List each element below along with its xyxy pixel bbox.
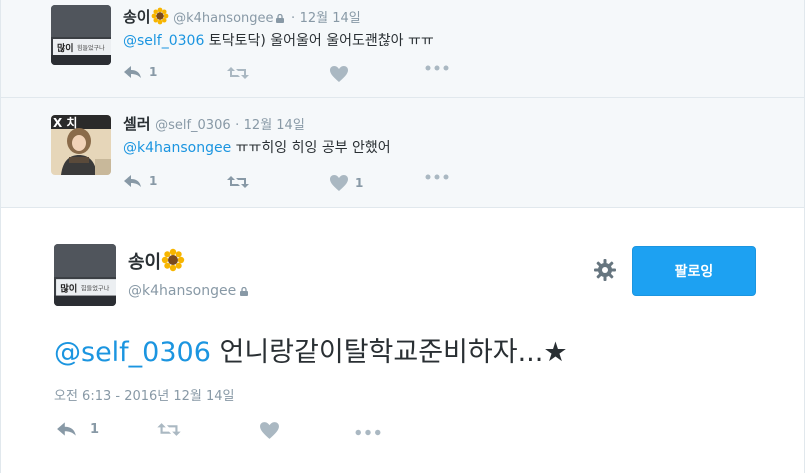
tweet-text-content: ㅠㅠ히잉 히잉 공부 안했어 (231, 140, 391, 156)
like-button[interactable] (329, 65, 349, 83)
display-name[interactable]: 송이 (123, 8, 151, 26)
reply-count: 1 (90, 421, 100, 437)
more-button[interactable] (425, 174, 449, 180)
separator-dot: · (235, 118, 240, 133)
reply-button[interactable]: 1 (56, 421, 99, 437)
tweet-actions: 1 (56, 421, 396, 445)
retweet-icon (227, 67, 249, 79)
mention-link[interactable]: @self_0306 (123, 33, 204, 49)
reply-count: 1 (149, 65, 158, 79)
reply-button[interactable]: 1 (123, 174, 157, 188)
user-handle[interactable]: @k4hansongee (173, 11, 273, 26)
retweet-button[interactable] (156, 421, 182, 438)
retweet-icon (227, 176, 249, 188)
svg-text:많이: 많이 (60, 283, 77, 295)
tweet-text: @self_0306 언니랑같이탈학교준비하자...★ (54, 330, 568, 369)
like-count: 1 (355, 176, 364, 190)
display-name[interactable]: 셀러 (123, 115, 151, 133)
avatar[interactable]: 많이 힘들었구나 (51, 5, 111, 65)
retweet-button[interactable] (226, 65, 250, 81)
tweet-date[interactable]: 12월 14일 (300, 11, 361, 26)
reply-tweet-1[interactable]: 많이 힘들었구나 송이 @k4hansongee · 12월 14일 @self… (1, 0, 804, 98)
svg-text:많이: 많이 (57, 42, 74, 54)
user-handle-text: @k4hansongee (128, 283, 237, 299)
like-button[interactable] (259, 421, 280, 440)
more-button[interactable] (355, 429, 381, 436)
user-handle[interactable]: @k4hansongee (128, 283, 251, 299)
reply-icon (124, 66, 141, 78)
avatar[interactable]: 많이 힘들었구나 (54, 244, 116, 306)
lock-icon (275, 14, 284, 23)
svg-text:힘들었구나: 힘들었구나 (77, 44, 105, 52)
user-handle[interactable]: @self_0306 (155, 118, 231, 133)
tweet-text: @self_0306 토닥토닥) 울어울어 울어도괜찮아 ㅠㅠ (123, 30, 434, 50)
like-button[interactable]: 1 (329, 174, 363, 192)
tweet-thread: 많이 힘들었구나 송이 @k4hansongee · 12월 14일 @self… (0, 0, 805, 473)
tweet-text-content: 언니랑같이탈학교준비하자...★ (210, 337, 568, 368)
svg-text:힘들었구나: 힘들었구나 (81, 285, 110, 293)
display-name-text: 송이 (128, 252, 162, 273)
reply-button[interactable]: 1 (123, 65, 157, 79)
tweet-timestamp[interactable]: 오전 6:13 - 2016년 12월 14일 (54, 385, 235, 404)
retweet-icon (157, 423, 181, 436)
separator-dot: · (290, 11, 296, 26)
tweet-header: 송이 @k4hansongee · 12월 14일 (123, 6, 361, 27)
avatar[interactable]: X 치 (51, 115, 111, 175)
more-icon (425, 174, 449, 180)
mention-link[interactable]: @self_0306 (54, 337, 211, 368)
more-icon (425, 65, 449, 71)
mention-link[interactable]: @k4hansongee (123, 140, 231, 156)
tweet-actions: 1 1 (123, 174, 463, 194)
like-icon (260, 422, 279, 439)
sunflower-emoji (151, 7, 169, 26)
following-button[interactable]: 팔로잉 (632, 246, 756, 296)
sunflower-emoji (161, 248, 185, 273)
reply-icon (57, 422, 76, 436)
reply-tweet-2[interactable]: X 치 셀러 @self_0306 · 12월 14일 @k4hansongee… (1, 98, 804, 208)
main-tweet: 많이 힘들었구나 송이 @k4hansongee 팔로잉 @self_0306 (1, 208, 804, 473)
more-icon (355, 429, 381, 436)
like-icon (330, 66, 348, 82)
tweet-header: 셀러 @self_0306 · 12월 14일 (123, 113, 305, 134)
lock-icon (240, 287, 249, 296)
more-button[interactable] (425, 65, 449, 71)
gear-icon[interactable] (593, 258, 617, 282)
display-name[interactable]: 송이 (128, 248, 185, 274)
tweet-text-content: 토닥토닥) 울어울어 울어도괜찮아 ㅠㅠ (204, 33, 434, 49)
svg-text:X 치: X 치 (53, 115, 77, 130)
retweet-button[interactable] (226, 174, 250, 190)
reply-count: 1 (149, 174, 158, 188)
reply-icon (124, 175, 141, 187)
tweet-text: @k4hansongee ㅠㅠ히잉 히잉 공부 안했어 (123, 137, 391, 157)
tweet-date[interactable]: 12월 14일 (244, 118, 305, 133)
like-icon (330, 175, 348, 191)
tweet-actions: 1 (123, 65, 463, 85)
